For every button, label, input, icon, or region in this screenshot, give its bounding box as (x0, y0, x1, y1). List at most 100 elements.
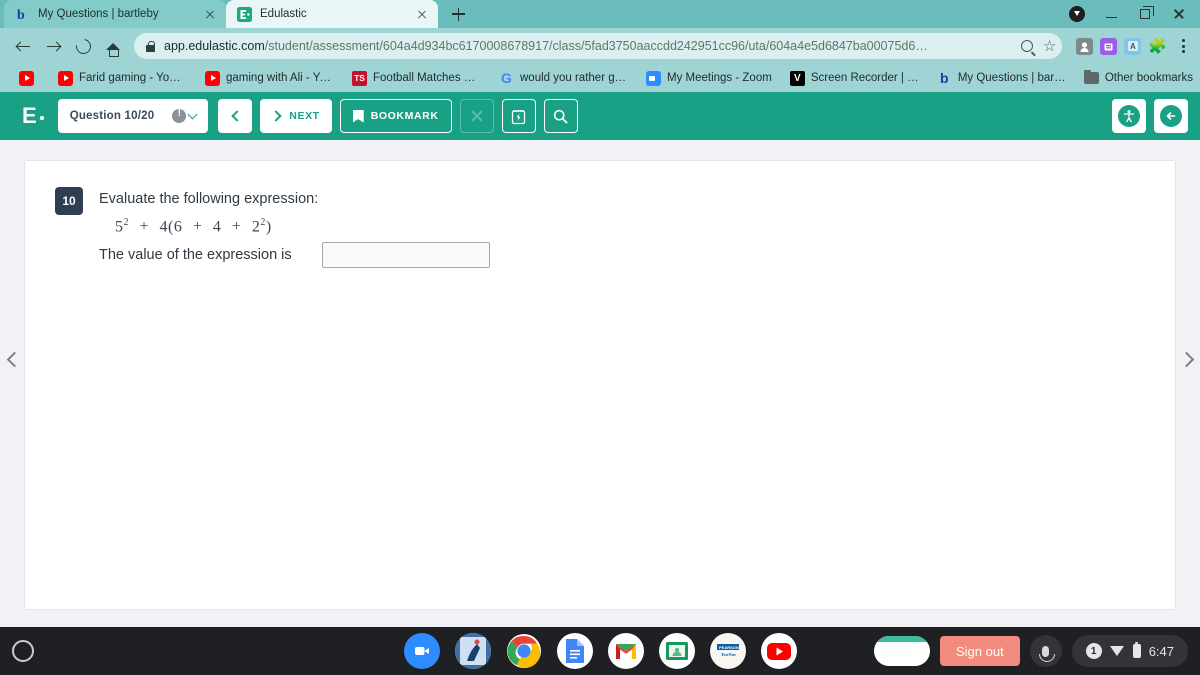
browser-toolbar: app.edulastic.com/student/assessment/604… (0, 28, 1200, 64)
shelf-app-zoom[interactable] (403, 633, 440, 669)
bookmark-flag-icon (352, 109, 364, 123)
chevron-left-icon (231, 110, 243, 122)
close-window-button[interactable] (1162, 0, 1196, 28)
edulastic-logo: E (22, 103, 44, 129)
bookmark-item[interactable]: b My Questions | bart… (928, 67, 1075, 89)
math-paren-close: ) (265, 218, 272, 236)
question-card-wrapper: 10 Evaluate the following expression: 52… (0, 140, 1200, 627)
other-bookmarks-folder[interactable]: Other bookmarks (1075, 67, 1200, 89)
bookmark-item[interactable] (10, 67, 49, 89)
gmail-icon (615, 643, 636, 659)
accessibility-icon (1118, 105, 1140, 127)
chevron-down-icon[interactable] (187, 109, 198, 120)
bookmark-button[interactable]: BOOKMARK (339, 99, 452, 133)
extension-grey-icon[interactable] (1076, 37, 1094, 55)
math-expression: 52 + 4(6 + 4 + 22) (115, 217, 490, 236)
bookmark-item[interactable]: Farid gaming - You… (49, 67, 196, 89)
warning-circle-icon (172, 108, 187, 123)
bookmark-label: BOOKMARK (370, 110, 439, 122)
question-selector[interactable]: Question 10/20 (57, 99, 209, 133)
tab-bartleby[interactable]: b My Questions | bartleby (4, 0, 226, 28)
bookmark-star-icon[interactable]: ☆ (1043, 39, 1056, 54)
download-indicator-icon[interactable] (1060, 0, 1094, 28)
bookmark-item[interactable]: gaming with Ali - Yo… (196, 67, 343, 89)
scratchpad-button[interactable] (501, 99, 536, 133)
youtube-icon (19, 70, 34, 86)
youtube-icon (205, 70, 220, 86)
exit-arrow-icon (1160, 105, 1182, 127)
shelf-app-testnav[interactable]: PEARSON TestNav (709, 633, 746, 669)
bookmarks-bar: Farid gaming - You… gaming with Ali - Yo… (0, 64, 1200, 92)
shelf-app-youtube[interactable] (760, 633, 797, 669)
back-arrow-icon[interactable] (8, 31, 38, 61)
home-icon[interactable] (98, 31, 128, 61)
bookmark-item[interactable]: G would you rather ga… (490, 67, 637, 89)
chevron-right-icon (270, 110, 282, 122)
shelf-app-chrome[interactable] (506, 633, 542, 669)
bartleby-b-icon: b (940, 70, 949, 86)
svg-text:TestNav: TestNav (721, 652, 737, 657)
answer-input[interactable] (321, 242, 490, 269)
address-bar[interactable]: app.edulastic.com/student/assessment/604… (134, 33, 1063, 59)
svg-text:A: A (1130, 42, 1136, 51)
bookmark-item[interactable]: TS Football Matches Li… (343, 67, 490, 89)
testnav-icon: PEARSON TestNav (716, 644, 739, 657)
math-exponent: 2 (123, 216, 129, 228)
question-counter-label: Question 10/20 (69, 110, 155, 122)
bookmark-label: Screen Recorder | V… (810, 72, 919, 84)
window-controls (1060, 0, 1196, 28)
shelf-app-gmail[interactable] (607, 633, 644, 669)
folder-icon (1083, 69, 1099, 84)
math-term: 4 (212, 218, 222, 236)
bookmark-item[interactable]: V Screen Recorder | V… (781, 67, 928, 89)
extension-purple-icon[interactable] (1100, 37, 1118, 55)
prev-question-button[interactable] (218, 99, 253, 133)
shelf-app-list: PEARSON TestNav (0, 633, 1200, 669)
shelf-app-docs[interactable] (556, 633, 593, 669)
new-tab-button[interactable] (444, 0, 472, 28)
chrome-menu-icon[interactable] (1174, 39, 1192, 53)
forward-arrow-icon[interactable] (38, 31, 68, 61)
close-icon[interactable] (414, 6, 430, 22)
eliminate-choice-button[interactable] (459, 99, 494, 133)
youtube-icon (58, 70, 73, 86)
maximize-button[interactable] (1128, 0, 1162, 28)
answer-row: The value of the expression is (99, 242, 490, 269)
close-icon[interactable] (202, 6, 218, 22)
answer-label: The value of the expression is (99, 247, 292, 264)
minimize-button[interactable] (1094, 0, 1128, 28)
shelf-app-classroom[interactable] (658, 633, 695, 669)
photo-app-icon (454, 633, 491, 669)
bookmark-label: would you rather ga… (520, 72, 628, 84)
zoom-icon (646, 70, 661, 86)
next-question-button[interactable]: NEXT (260, 99, 332, 133)
tab-title: Edulastic (260, 8, 307, 20)
magnify-button[interactable] (543, 99, 578, 133)
bookmark-item[interactable]: My Meetings - Zoom (637, 67, 781, 89)
question-prompt: Evaluate the following expression: (99, 191, 319, 207)
prev-question-arrow[interactable] (0, 330, 24, 388)
accessibility-button[interactable] (1112, 99, 1146, 133)
reload-icon[interactable] (68, 31, 98, 61)
search-icon[interactable] (1020, 40, 1033, 52)
shelf-app-photo[interactable] (454, 633, 491, 669)
exit-test-button[interactable] (1154, 99, 1188, 133)
next-question-arrow[interactable] (1176, 330, 1200, 388)
vimeo-v-icon: V (789, 70, 805, 86)
page-content: E Question 10/20 NEXT BOOKMARK (0, 92, 1200, 627)
toolbar-right-buttons (1112, 99, 1188, 133)
chrome-window-preview[interactable] (873, 636, 930, 666)
math-operator: + (139, 218, 150, 236)
edulastic-e-icon (236, 6, 252, 22)
tab-edulastic[interactable]: Edulastic (226, 0, 438, 28)
lock-icon (146, 40, 155, 52)
docs-icon (565, 639, 584, 663)
extensions-puzzle-icon[interactable]: 🧩 (1148, 37, 1167, 55)
classroom-icon (665, 642, 688, 660)
chevron-right-icon (1178, 351, 1194, 367)
ts-icon: TS (352, 70, 367, 86)
next-label: NEXT (289, 110, 320, 122)
browser-window: b My Questions | bartleby Edulastic app.… (0, 0, 1200, 627)
extension-blue-icon[interactable]: A (1124, 37, 1142, 55)
question-body: Evaluate the following expression: 52 + … (99, 187, 490, 269)
